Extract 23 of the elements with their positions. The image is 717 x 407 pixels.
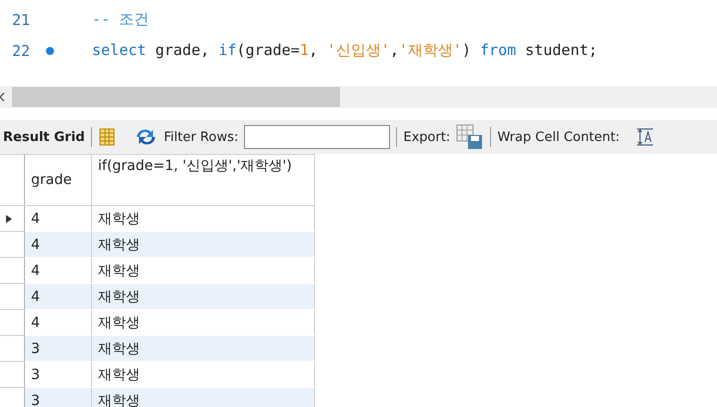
table-cell: 재학생 [92,284,314,310]
table-cell: 3 [24,388,92,407]
table-cell: 재학생 [92,232,314,258]
table-cell: 3 [24,336,92,362]
export-icon[interactable] [456,124,484,150]
breakpoint-dot[interactable] [46,46,54,54]
result-grid-label: Result Grid [3,130,85,144]
wrap-cell-content-label: Wrap Cell Content: [497,130,620,144]
export-label: Export: [403,130,450,144]
wrap-text-icon[interactable] [636,128,654,146]
code-line: select grade, if(grade=1, '신입생','재학생') from student; [92,41,598,60]
column-header[interactable]: if(grade=1, '신입생','재학생') [92,154,314,206]
filter-rows-label: Filter Rows: [164,130,238,144]
table-cell: 4 [24,284,92,310]
columns-icon[interactable] [98,128,116,146]
table-cell: 4 [24,232,92,258]
table-cell: 재학생 [92,336,314,362]
code-line: -- 조건 [92,10,150,29]
column-header[interactable]: grade [24,154,92,206]
filter-field[interactable] [244,125,390,149]
table-cell: 재학생 [92,388,314,407]
line-number: 21 [11,10,32,28]
line-number: 22 [11,42,32,60]
